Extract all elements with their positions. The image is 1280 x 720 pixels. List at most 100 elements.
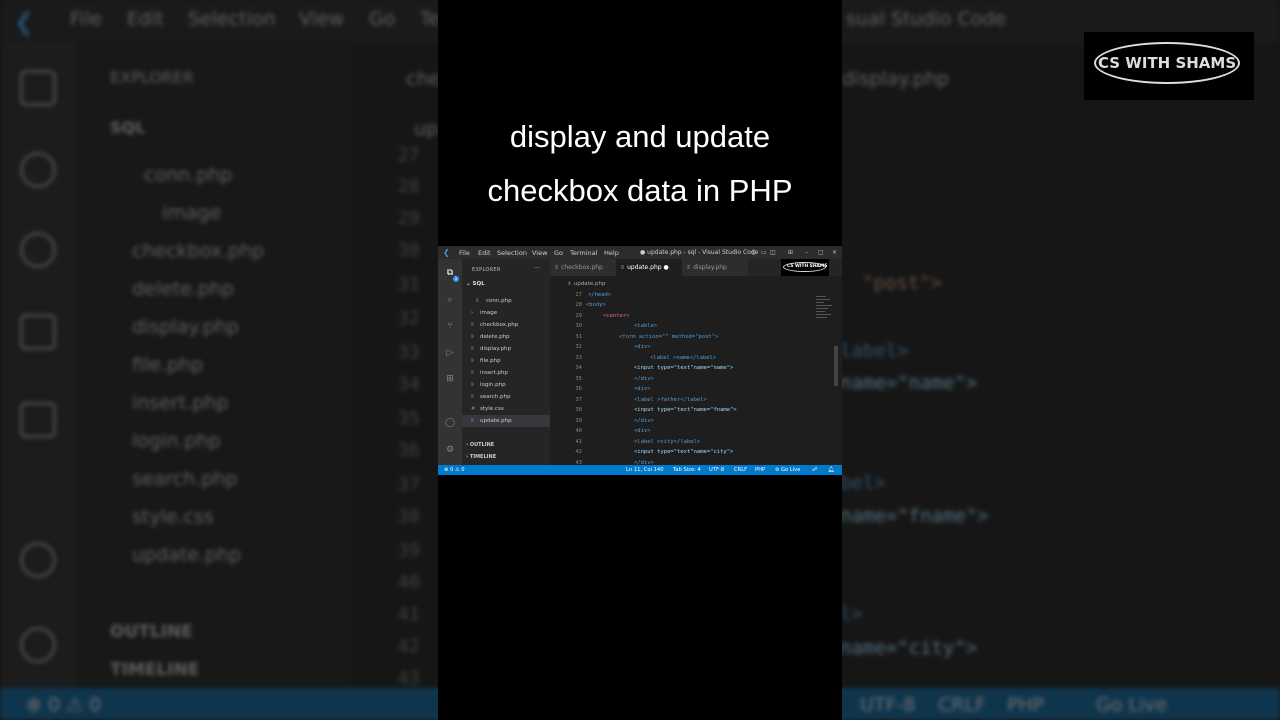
file-item[interactable]: # style.css [462, 403, 550, 415]
breadcrumb[interactable]: ʬ update.php [568, 281, 605, 287]
folder-sql[interactable]: ⌄ SQL [466, 281, 485, 287]
bg-gear-icon [20, 627, 56, 663]
watermark-text: CS WITH SHAMS [787, 264, 828, 269]
bg-file: update.php [132, 544, 242, 566]
bg-file: login.php [132, 430, 221, 452]
layout-split-icon[interactable]: ◫ [770, 249, 776, 256]
activity-bar: ⧉ 1 ⌕ ⑂ ▷ ⊞ ◯ ⚙ [438, 259, 462, 465]
bg-line-number: 42 [398, 636, 420, 657]
status-bar: ⊗ 0 ⚠ 0 Ln 11, Col 140 Tab Size: 4 UTF-8… [438, 465, 842, 475]
menu-view[interactable]: View [532, 249, 547, 257]
status-go-live[interactable]: ⊚ Go Live [775, 467, 800, 473]
bg-line-number: 36 [398, 440, 420, 461]
code-line: <div> [634, 386, 651, 392]
line-number: 38 [575, 407, 582, 413]
status-eol[interactable]: CRLF [734, 467, 747, 473]
line-number: 32 [575, 344, 582, 350]
explorer-more-button[interactable]: ··· [534, 265, 540, 272]
file-item-label: search.php [480, 394, 511, 400]
extensions-icon[interactable]: ⊞ [445, 374, 455, 384]
menu-selection[interactable]: Selection [497, 249, 527, 257]
bg-status-encoding: UTF-8 [860, 694, 916, 716]
bg-file: style.css [132, 506, 214, 528]
customize-layout-icon[interactable]: ⊞ [788, 249, 793, 256]
tab-checkbox[interactable]: ʬ checkbox.php [550, 259, 616, 276]
vscode-window: ❮ File Edit Selection View Go Terminal H… [438, 246, 842, 475]
bg-explorer-header: EXPLORER [110, 68, 194, 87]
layout-panel-icon[interactable]: ▭ [761, 249, 767, 256]
bg-line-number: 40 [398, 572, 420, 593]
close-button[interactable]: ✕ [832, 249, 837, 256]
bg-files-icon [20, 70, 56, 106]
code-line: <input type="text"name="name"> [634, 365, 734, 371]
bg-line-number: 35 [398, 408, 420, 429]
maximize-button[interactable]: □ [818, 249, 824, 256]
bg-file: search.php [132, 468, 238, 490]
file-item[interactable]: ʬ file.php [462, 355, 550, 367]
minimize-button[interactable]: – [805, 249, 808, 256]
vertical-scrollbar[interactable] [834, 346, 838, 386]
run-debug-icon[interactable]: ▷ [445, 348, 455, 358]
bg-code-line: l> [840, 603, 863, 625]
timeline-section[interactable]: › TIMELINE [466, 454, 496, 460]
source-control-icon[interactable]: ⑂ [445, 321, 455, 331]
bg-explorer: EXPLORER SQL conn.php image checkbox.php… [78, 42, 352, 688]
php-icon: ʬ [687, 264, 691, 271]
code-editor[interactable]: 27 28 29 30 31 32 33 34 35 36 37 38 39 4… [550, 290, 842, 466]
bg-line-number: 37 [398, 474, 420, 495]
bg-outline: OUTLINE [110, 622, 193, 642]
bg-line-number: 38 [398, 506, 420, 527]
status-encoding[interactable]: UTF-8 [709, 467, 724, 473]
menu-edit[interactable]: Edit [478, 249, 491, 257]
window-title: ● update.php - sql - Visual Studio Code [640, 249, 759, 256]
account-icon[interactable]: ◯ [445, 418, 455, 428]
status-problems[interactable]: ⊗ 0 ⚠ 0 [444, 467, 465, 473]
status-cursor-position[interactable]: Ln 11, Col 140 [626, 467, 664, 473]
layout-sidebar-icon[interactable]: ▯ [752, 249, 755, 256]
video-title: display and update checkbox data in PHP [438, 110, 842, 218]
tab-display[interactable]: ʬ display.php [682, 259, 748, 276]
search-icon[interactable]: ⌕ [445, 295, 455, 305]
line-number: 34 [575, 365, 582, 371]
file-item[interactable]: ʬ display.php [462, 343, 550, 355]
bg-folder: SQL [110, 118, 146, 137]
bg-file: image [162, 202, 222, 224]
menu-terminal[interactable]: Terminal [570, 249, 597, 257]
gear-icon[interactable]: ⚙ [445, 445, 455, 455]
bg-code-line: bel> [840, 472, 886, 494]
file-item[interactable]: ʬ delete.php [462, 331, 550, 343]
bg-window-title: sual Studio Code [846, 8, 1007, 30]
bg-run-icon [20, 314, 56, 350]
php-icon: ʬ [476, 298, 479, 304]
code-line: <table> [634, 323, 658, 329]
menu-help[interactable]: Help [604, 249, 619, 257]
notifications-bell-icon[interactable]: 🔔︎ [828, 467, 835, 473]
file-item-label: update.php [480, 418, 512, 424]
menu-file[interactable]: File [459, 249, 470, 257]
bg-menu-file: File [70, 8, 102, 30]
explorer-badge: 1 [453, 276, 459, 282]
bg-file: delete.php [132, 278, 235, 300]
menu-go[interactable]: Go [554, 249, 563, 257]
bg-watermark: CS WITH SHAMS [1084, 32, 1254, 100]
php-icon: ʬ [471, 418, 474, 424]
file-item[interactable]: ʬ login.php [462, 379, 550, 391]
outline-section[interactable]: › OUTLINE [466, 442, 494, 448]
file-item[interactable]: ʬ insert.php [462, 367, 550, 379]
file-item[interactable]: ʬ conn.php [462, 295, 550, 307]
feedback-icon[interactable]: ☍ [812, 467, 817, 473]
css-hash-icon: # [471, 406, 476, 412]
code-line: <label >city</label> [634, 439, 701, 445]
minimap[interactable] [816, 294, 834, 334]
status-tab-size[interactable]: Tab Size: 4 [673, 467, 701, 473]
folder-item-image[interactable]: › image [462, 307, 550, 319]
bg-file: insert.php [132, 392, 229, 414]
file-item[interactable]: ʬ search.php [462, 391, 550, 403]
tab-label: checkbox.php [561, 264, 603, 271]
tab-update[interactable]: ʬ update.php ● [616, 259, 682, 276]
php-icon: ʬ [471, 394, 474, 400]
status-language[interactable]: PHP [755, 467, 765, 473]
outline-label: OUTLINE [469, 442, 495, 448]
file-item-selected[interactable]: ʬ update.php [462, 415, 550, 427]
file-item[interactable]: ʬ checkbox.php [462, 319, 550, 331]
